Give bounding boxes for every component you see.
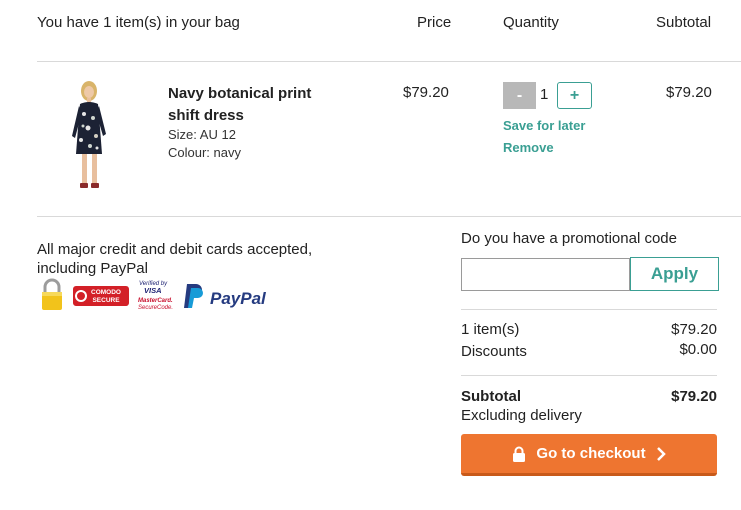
summary-items-label: 1 item(s)	[461, 321, 520, 338]
apply-promo-button[interactable]: Apply	[630, 257, 719, 291]
svg-text:MasterCard.: MasterCard.	[138, 298, 173, 304]
svg-text:PayPal: PayPal	[210, 289, 267, 308]
padlock-icon	[42, 278, 62, 310]
item-price: $79.20	[403, 84, 449, 101]
checkout-label: Go to checkout	[536, 445, 646, 462]
summary-discounts-value: $0.00	[679, 341, 717, 358]
excluding-delivery-note: Excluding delivery	[461, 407, 582, 424]
bag-title: You have 1 item(s) in your bag	[37, 14, 240, 31]
lock-icon	[513, 446, 526, 462]
divider	[37, 61, 741, 62]
summary-subtotal-value: $79.20	[671, 388, 717, 405]
paypal-icon: PayPal	[184, 284, 267, 308]
product-image[interactable]	[62, 78, 116, 194]
promo-code-label: Do you have a promotional code	[461, 230, 677, 247]
summary-discounts-label: Discounts	[461, 343, 527, 360]
subtotal-column-header: Subtotal	[656, 14, 712, 31]
checkout-button[interactable]: Go to checkout	[461, 434, 717, 476]
item-subtotal: $79.20	[666, 84, 712, 101]
svg-text:SecureCode.: SecureCode.	[138, 305, 173, 311]
quantity-decrease-button[interactable]: -	[503, 82, 536, 109]
summary-items-value: $79.20	[671, 321, 717, 338]
svg-text:VISA: VISA	[144, 286, 162, 295]
remove-link[interactable]: Remove	[503, 140, 554, 155]
chevron-right-icon	[656, 446, 666, 461]
divider	[37, 216, 741, 217]
divider	[461, 309, 717, 310]
promo-code-input[interactable]	[461, 258, 630, 291]
save-for-later-link[interactable]: Save for later	[503, 118, 585, 133]
verified-by-visa-icon: Verified by VISA MasterCard. SecureCode.	[138, 281, 173, 311]
quantity-increase-button[interactable]: +	[557, 82, 592, 109]
product-size: Size: AU 12	[168, 127, 236, 142]
payment-logos: COMODO SECURE Verified by VISA MasterCar…	[42, 278, 267, 311]
payment-info-text: All major credit and debit cards accepte…	[37, 241, 313, 277]
svg-text:SECURE: SECURE	[92, 297, 120, 304]
quantity-value: 1	[540, 86, 549, 103]
product-colour: Colour: navy	[168, 145, 241, 160]
comodo-secure-icon: COMODO SECURE	[73, 286, 129, 306]
quantity-column-header: Quantity	[503, 14, 559, 31]
product-name[interactable]: Navy botanical print shift dress	[168, 83, 338, 127]
divider	[461, 375, 717, 376]
svg-text:COMODO: COMODO	[91, 289, 121, 296]
summary-subtotal-label: Subtotal	[461, 388, 521, 405]
price-column-header: Price	[417, 14, 452, 31]
